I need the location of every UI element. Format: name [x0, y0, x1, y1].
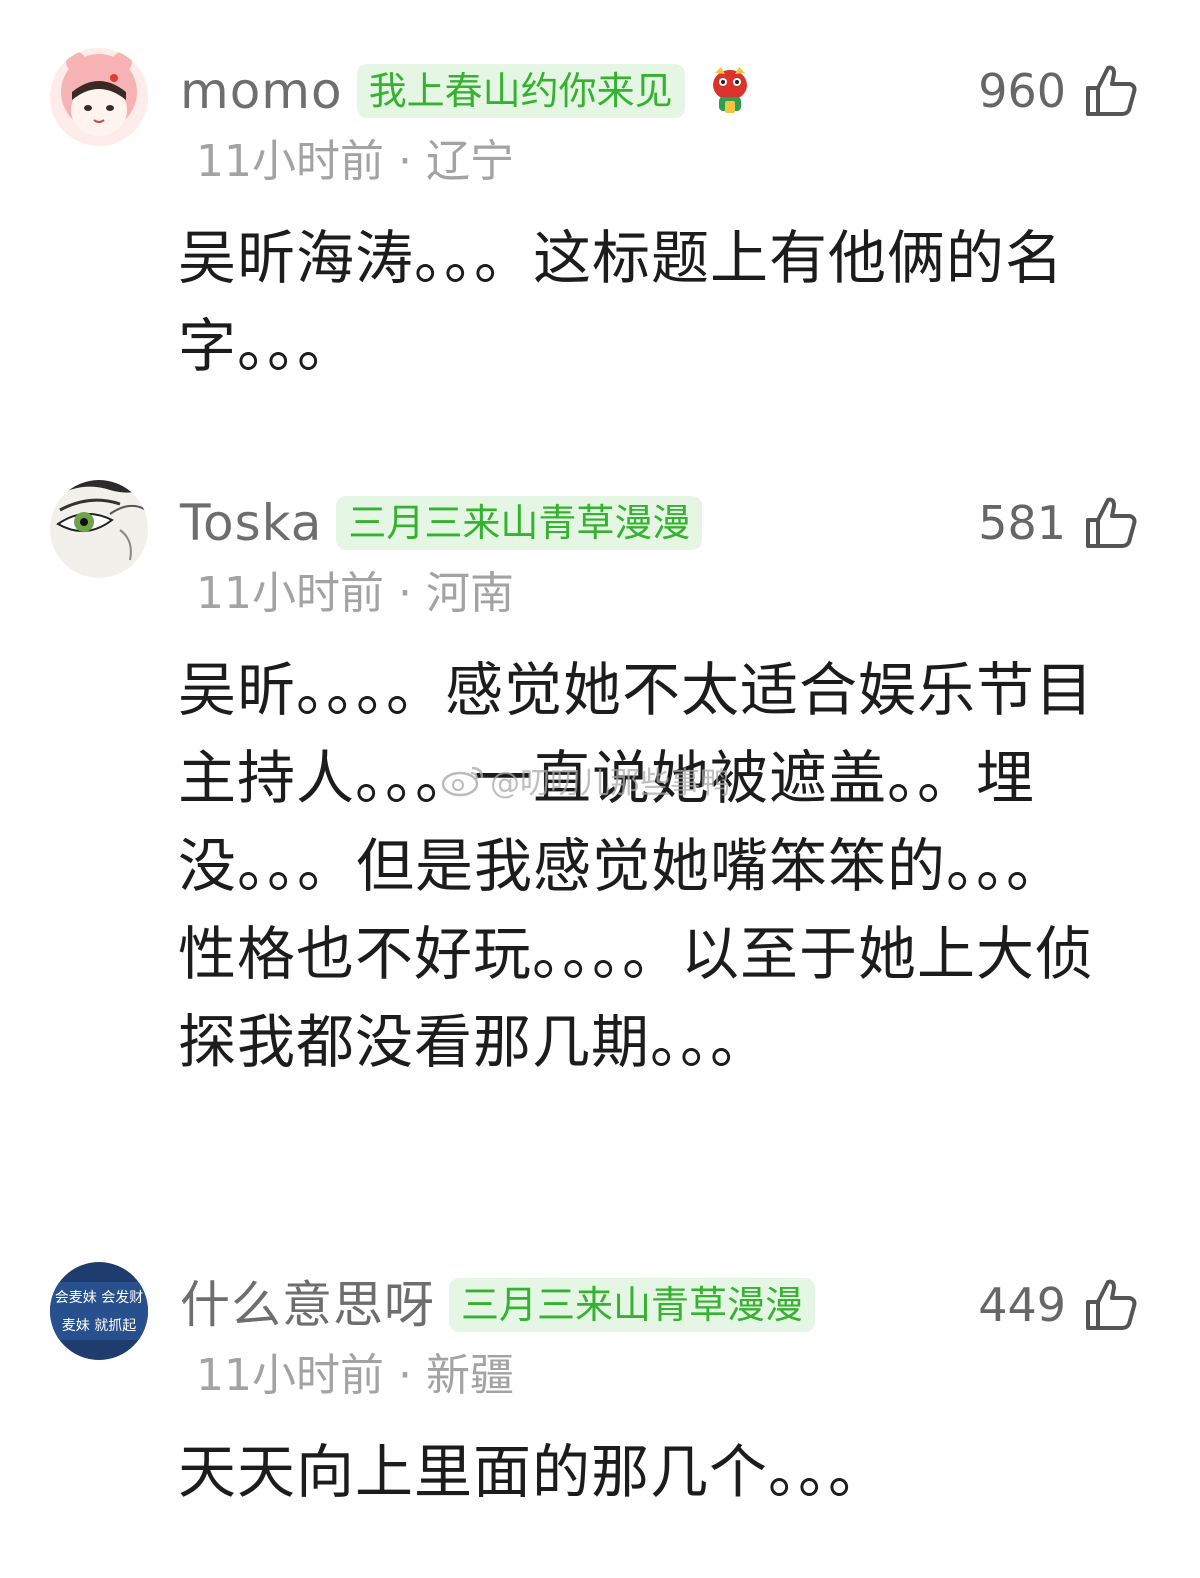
avatar-image — [50, 480, 148, 578]
lion-dance-sticker-icon — [707, 65, 753, 117]
fan-badge[interactable]: 三月三来山青草漫漫 — [336, 496, 703, 550]
comment-header: Toska 三月三来山青草漫漫 — [180, 488, 703, 558]
meta-separator: · — [398, 1350, 412, 1401]
comment-text: 天天向上里面的那几个。。。 — [178, 1438, 888, 1506]
avatar-image — [50, 48, 148, 146]
fan-badge[interactable]: 三月三来山青草漫漫 — [449, 1278, 816, 1332]
comment-meta: 11小时前 · 新疆 — [196, 1354, 514, 1398]
comment-time: 11小时前 — [196, 568, 384, 619]
comment-meta: 11小时前 · 河南 — [196, 572, 514, 616]
comment-time: 11小时前 — [196, 136, 384, 187]
username[interactable]: momo — [180, 66, 343, 116]
thumbs-up-icon[interactable] — [1084, 1278, 1138, 1332]
thumbs-up-icon[interactable] — [1084, 64, 1138, 118]
username[interactable]: 什么意思呀 — [180, 1280, 435, 1330]
avatar[interactable] — [50, 480, 148, 578]
thumbs-up-icon[interactable] — [1084, 496, 1138, 550]
avatar-image: 会麦妹 会发财 麦妹 就抓起 — [50, 1262, 148, 1360]
comment-text: 吴昕海涛。。。这标题上有他俩的名字。。。 — [178, 224, 1065, 380]
like-button[interactable]: 960 — [978, 56, 1138, 126]
username[interactable]: Toska — [180, 498, 322, 548]
comment-location: 辽宁 — [426, 136, 514, 187]
weibo-logo-icon — [441, 766, 484, 797]
meta-separator: · — [398, 568, 412, 619]
comment-text: 吴昕。。。。感觉她不太适合娱乐节目主持人。。。一直说她被遮盖。。埋没。。。但是我… — [178, 656, 1095, 1076]
avatar-caption: 会麦妹 会发财 — [55, 1290, 143, 1306]
like-count: 960 — [978, 64, 1066, 118]
comment-header: 什么意思呀 三月三来山青草漫漫 — [180, 1270, 816, 1340]
avatar[interactable]: 会麦妹 会发财 麦妹 就抓起 — [50, 1262, 148, 1360]
like-count: 581 — [978, 496, 1066, 550]
comment-time: 11小时前 — [196, 1350, 384, 1401]
watermark-text: @叨叨儿那些事鸭 — [490, 766, 730, 801]
watermark: @叨叨儿那些事鸭 — [440, 758, 730, 802]
like-button[interactable]: 449 — [978, 1270, 1138, 1340]
comment-location: 新疆 — [426, 1350, 514, 1401]
meta-separator: · — [398, 136, 412, 187]
avatar-caption: 麦妹 就抓起 — [62, 1318, 136, 1334]
like-count: 449 — [978, 1278, 1066, 1332]
fan-badge[interactable]: 我上春山约你来见 — [356, 64, 685, 118]
avatar[interactable] — [50, 48, 148, 146]
like-button[interactable]: 581 — [978, 488, 1138, 558]
comment-location: 河南 — [426, 568, 514, 619]
comment-meta: 11小时前 · 辽宁 — [196, 140, 514, 184]
comment-header: momo 我上春山约你来见 — [180, 56, 753, 126]
